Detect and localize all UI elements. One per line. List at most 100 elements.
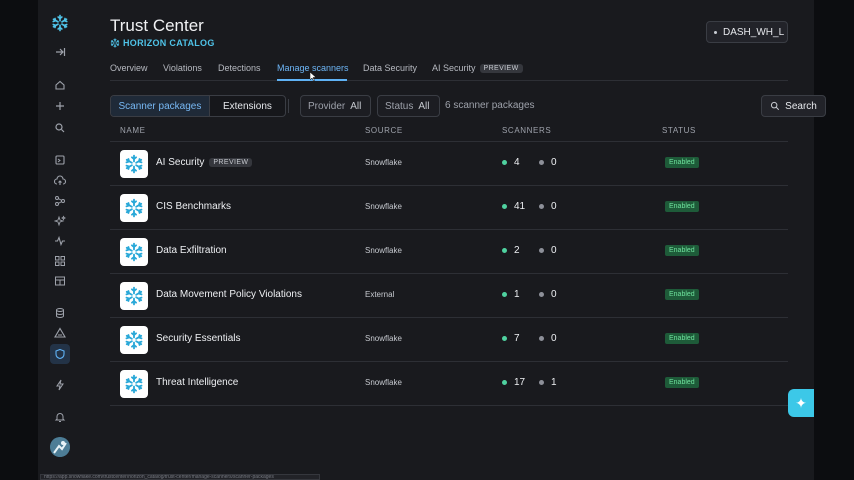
segment-scanner-packages[interactable]: Scanner packages	[111, 96, 210, 116]
package-name-text: Data Exfiltration	[156, 245, 227, 256]
expand-icon[interactable]	[52, 44, 68, 60]
active-scanner-count: 4	[502, 157, 520, 168]
snowflake-package-icon	[120, 326, 148, 354]
inactive-scanner-count: 0	[539, 333, 557, 344]
table-row[interactable]: Data Movement Policy Violations External…	[110, 274, 788, 318]
warehouse-selector[interactable]: DASH_WH_L	[706, 21, 788, 43]
inactive-count: 0	[551, 289, 557, 300]
marketplace-icon[interactable]	[52, 273, 68, 289]
main-content: Trust Center HORIZON CATALOG DASH_WH_L O…	[110, 0, 826, 480]
search-icon	[771, 101, 780, 111]
tab-ai-security[interactable]: AI Security PREVIEW	[432, 63, 523, 73]
ai-icon[interactable]	[52, 213, 68, 229]
tab-overview[interactable]: Overview	[110, 63, 148, 73]
table-row[interactable]: Security Essentials Snowflake 7 0 Enable…	[110, 318, 788, 362]
table-row[interactable]: Threat Intelligence Snowflake 17 1 Enabl…	[110, 362, 788, 406]
active-dot	[502, 380, 507, 385]
tab-label: Data Security	[363, 63, 418, 73]
package-source: Snowflake	[365, 334, 402, 343]
search-label: Search	[785, 100, 817, 112]
inactive-dot	[539, 160, 544, 165]
table-header: NAME SOURCE SCANNERS STATUS	[110, 120, 788, 142]
page-subtitle: HORIZON CATALOG	[110, 38, 215, 48]
package-name: Security Essentials	[156, 333, 240, 344]
active-dot	[502, 248, 507, 253]
inactive-scanner-count: 1	[539, 377, 557, 388]
bolt-icon[interactable]	[52, 377, 68, 393]
active-dot	[502, 336, 507, 341]
scanner-package-table: AI Security PREVIEW Snowflake 4 0 Enabled…	[110, 142, 788, 406]
warehouse-status-dot	[714, 30, 717, 34]
package-source: Snowflake	[365, 202, 402, 211]
active-scanner-count: 2	[502, 245, 520, 256]
inactive-count: 0	[551, 245, 557, 256]
inactive-scanner-count: 0	[539, 157, 557, 168]
active-count: 4	[514, 157, 520, 168]
tab-violations[interactable]: Violations	[163, 63, 202, 73]
package-count: 6 scanner packages	[445, 100, 535, 111]
column-header-scanners[interactable]: SCANNERS	[502, 126, 551, 135]
column-header-status[interactable]: STATUS	[662, 126, 696, 135]
plus-icon[interactable]	[52, 98, 68, 114]
table-row[interactable]: AI Security PREVIEW Snowflake 4 0 Enabled	[110, 142, 788, 186]
tab-label: Detections	[218, 63, 261, 73]
data-icon[interactable]	[52, 193, 68, 209]
status-badge: Enabled	[665, 245, 699, 256]
database-icon[interactable]	[52, 305, 68, 321]
package-name-text: AI Security	[156, 157, 205, 168]
toolbar-divider	[288, 99, 289, 113]
inactive-count: 0	[551, 333, 557, 344]
preview-badge: PREVIEW	[479, 63, 523, 73]
projects-icon[interactable]	[52, 152, 68, 168]
snowflake-package-icon	[120, 194, 148, 222]
snowflake-logo-icon[interactable]	[51, 14, 69, 32]
active-count: 17	[514, 377, 526, 388]
monitoring-icon[interactable]	[52, 233, 68, 249]
snowflake-package-icon	[120, 150, 148, 178]
app-window: Trust Center HORIZON CATALOG DASH_WH_L O…	[38, 0, 826, 480]
tab-detections[interactable]: Detections	[218, 63, 261, 73]
inactive-count: 0	[551, 201, 557, 212]
user-avatar[interactable]	[50, 437, 70, 457]
package-name-text: Threat Intelligence	[156, 377, 239, 388]
provider-filter[interactable]: Provider All	[300, 95, 371, 117]
home-icon[interactable]	[52, 77, 68, 93]
status-filter[interactable]: Status All	[377, 95, 440, 117]
package-name: Data Exfiltration	[156, 245, 227, 256]
inactive-dot	[539, 292, 544, 297]
package-source: Snowflake	[365, 246, 402, 255]
tab-data-security[interactable]: Data Security	[363, 63, 417, 73]
tab-label: Overview	[110, 63, 148, 73]
warehouse-name: DASH_WH_L	[723, 26, 785, 38]
active-count: 1	[514, 289, 520, 300]
link-preview-statusbar: https://app.snowflake.com/trustcenter/ho…	[40, 474, 320, 480]
bell-icon[interactable]	[52, 409, 68, 425]
alert-icon[interactable]	[52, 325, 68, 341]
table-row[interactable]: Data Exfiltration Snowflake 2 0 Enabled	[110, 230, 788, 274]
table-row[interactable]: CIS Benchmarks Snowflake 41 0 Enabled	[110, 186, 788, 230]
snowflake-package-icon	[120, 238, 148, 266]
package-name-text: Security Essentials	[156, 333, 241, 344]
preview-badge: PREVIEW	[209, 158, 253, 167]
search-icon[interactable]	[52, 120, 68, 136]
ai-assistant-button[interactable]: ✦	[788, 389, 814, 417]
column-header-name[interactable]: NAME	[120, 126, 146, 135]
tab-label: Violations	[163, 63, 202, 73]
package-source: Snowflake	[365, 378, 402, 387]
grid-icon[interactable]	[52, 253, 68, 269]
package-name: Data Movement Policy Violations	[156, 289, 302, 300]
package-name: Threat Intelligence	[156, 377, 238, 388]
segment-extensions[interactable]: Extensions	[210, 96, 285, 116]
active-dot	[502, 292, 507, 297]
shield-icon[interactable]	[50, 344, 70, 364]
active-count: 7	[514, 333, 520, 344]
package-source: Snowflake	[365, 158, 402, 167]
upload-icon[interactable]	[52, 173, 68, 189]
package-name-text: Data Movement Policy Violations	[156, 289, 302, 300]
tab-bar: Overview Violations Detections Manage sc…	[110, 58, 788, 81]
column-header-source[interactable]: SOURCE	[365, 126, 403, 135]
search-button[interactable]: Search	[761, 95, 826, 117]
status-badge: Enabled	[665, 157, 699, 168]
inactive-dot	[539, 380, 544, 385]
inactive-scanner-count: 0	[539, 201, 557, 212]
